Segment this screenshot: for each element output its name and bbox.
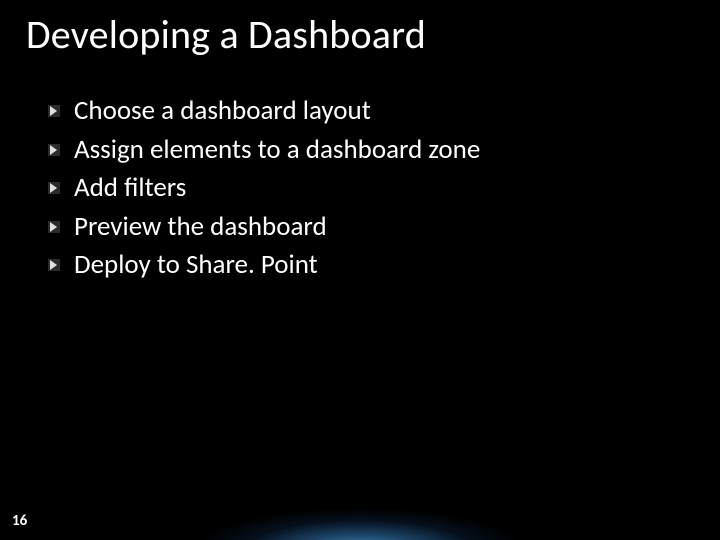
page-number: 16 xyxy=(12,512,27,530)
bullet-text: Add filters xyxy=(74,171,186,206)
bullet-text: Preview the dashboard xyxy=(74,210,327,245)
slide-title: Developing a Dashboard xyxy=(26,10,426,59)
list-item: Deploy to Share. Point xyxy=(48,248,480,283)
bullet-text: Deploy to Share. Point xyxy=(74,248,318,283)
list-item: Preview the dashboard xyxy=(48,210,480,245)
bullet-list: Choose a dashboard layout Assign element… xyxy=(48,94,480,287)
slide: Developing a Dashboard Choose a dashboar… xyxy=(0,0,720,540)
footer-glow-decoration xyxy=(150,470,570,540)
bullet-arrow-icon xyxy=(48,221,60,233)
bullet-text: Choose a dashboard layout xyxy=(74,94,371,129)
list-item: Add filters xyxy=(48,171,480,206)
list-item: Choose a dashboard layout xyxy=(48,94,480,129)
bullet-arrow-icon xyxy=(48,259,60,271)
list-item: Assign elements to a dashboard zone xyxy=(48,133,480,168)
bullet-arrow-icon xyxy=(48,144,60,156)
bullet-text: Assign elements to a dashboard zone xyxy=(74,133,480,168)
bullet-arrow-icon xyxy=(48,105,60,117)
bullet-arrow-icon xyxy=(48,182,60,194)
